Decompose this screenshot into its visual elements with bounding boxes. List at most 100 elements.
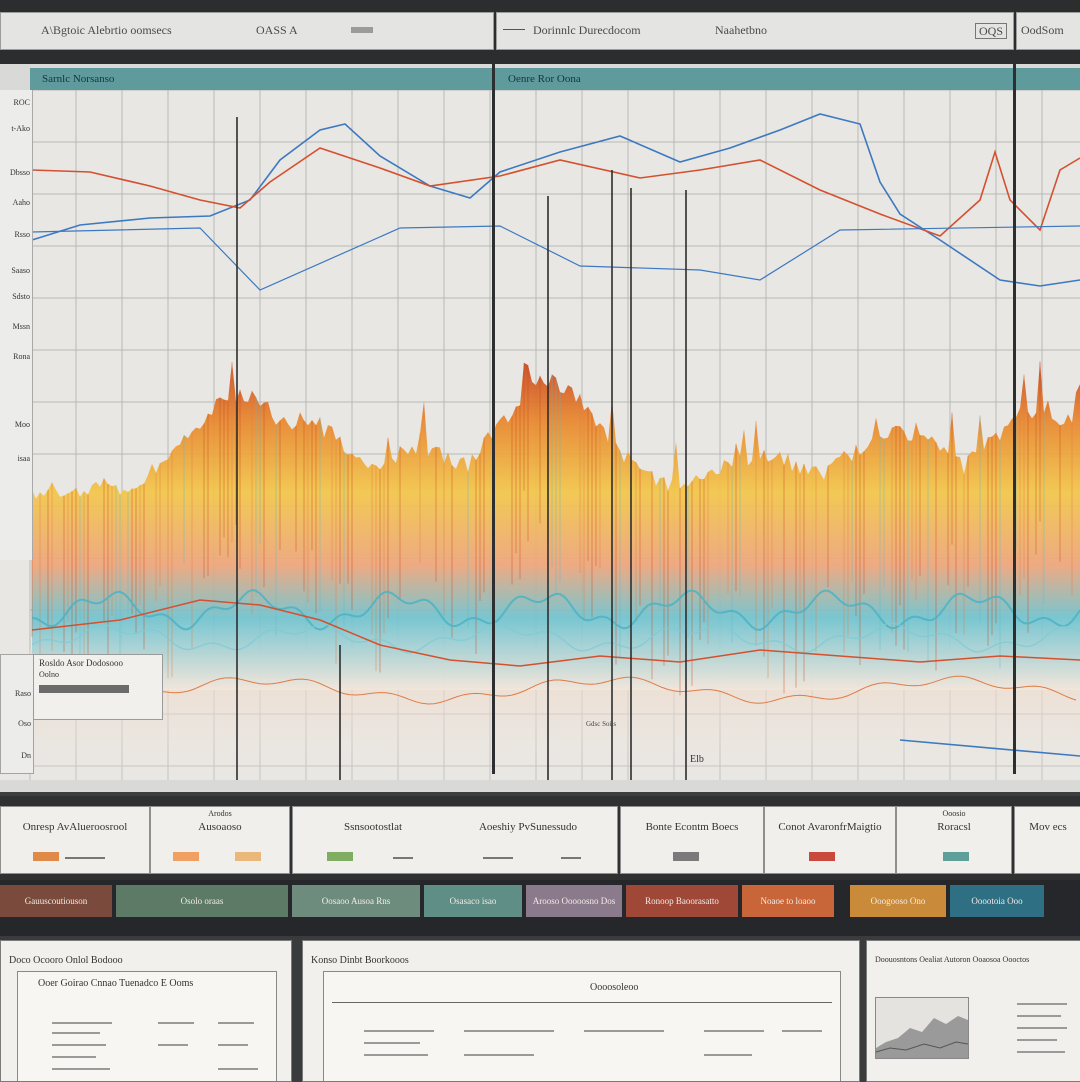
y-tick: Rona <box>13 352 30 361</box>
metric-card[interactable]: Bonte Econtm Boecs <box>620 806 764 874</box>
metric-card-heading: Ooosio <box>942 809 966 818</box>
text-line <box>464 1030 554 1032</box>
metric-card[interactable]: Mov ecs <box>1014 806 1080 874</box>
metric-card[interactable]: Conot AvaronfrMaigtio <box>764 806 896 874</box>
y-tick: Aaho <box>12 198 30 207</box>
category-tab[interactable]: Osasaco isao <box>424 885 522 917</box>
metric-card-swatch <box>33 852 59 861</box>
text-line <box>52 1022 112 1024</box>
legend-bar <box>39 685 129 693</box>
metric-card-dash <box>561 857 581 859</box>
legend-subtitle: Oolno <box>39 670 59 679</box>
metric-card-swatch <box>173 852 199 861</box>
screen-divider-left <box>492 64 495 774</box>
text-line <box>464 1054 534 1056</box>
y-tick: Rsso <box>14 230 30 239</box>
text-line <box>52 1068 110 1070</box>
document-panels: Doco Ocooro Onlol Bodooo Ooer Goirao Cnn… <box>0 936 1080 1082</box>
metric-card-swatch <box>235 852 261 861</box>
category-tab[interactable]: Ooootoia Ooo <box>950 885 1044 917</box>
document-subtitle: Oooosoleoo <box>590 982 639 993</box>
side-tick: Raso <box>15 689 31 698</box>
window-code-badge[interactable]: OQS <box>975 23 1008 39</box>
document-title: Konso Dinbt Boorkooos <box>311 955 409 966</box>
metric-card-title: Ausoaoso <box>198 821 242 833</box>
right-window-title[interactable]: OodSom <box>1016 12 1080 50</box>
metric-card[interactable]: Ssnsootostlat Aoeshiy PvSunessudo <box>292 806 618 874</box>
document-panel[interactable]: Konso Dinbt Boorkooos Oooosoleoo <box>302 940 860 1082</box>
footer-annotation: Elb <box>690 754 704 765</box>
legend-overlay[interactable]: Rosldo Asor Dodosooo Oolno <box>33 654 163 720</box>
text-line <box>1017 1015 1061 1017</box>
text-line <box>1017 1039 1057 1041</box>
text-line <box>52 1044 106 1046</box>
category-tab[interactable]: Ronoop Baoorasatto <box>626 885 738 917</box>
left-panel-header: Sarnlc Norsanso <box>30 68 504 90</box>
center-window-title[interactable]: Dorinnlc Durecdocom Naahetbno OQS <box>496 12 1014 50</box>
legend-title: Rosldo Asor Dodosooo <box>39 658 124 668</box>
y-axis-strip: ROC t-Ako Dbsso Aaho Rsso Saaso Sdsto Ms… <box>0 90 33 560</box>
text-line <box>158 1044 188 1046</box>
text-line <box>364 1042 420 1044</box>
category-tab[interactable]: Osolo oraas <box>116 885 288 917</box>
metric-card-dash <box>65 857 105 859</box>
metric-cards-row: Onresp AvAlueroosrool Arodos Ausoaoso Ss… <box>0 796 1080 880</box>
metric-card-swatch <box>809 852 835 861</box>
main-chart-monitor: Sarnlc Norsanso Oenre Ror Oona ROC t-Ako… <box>0 64 1080 792</box>
document-mini-chart <box>875 997 969 1059</box>
document-title: Doouosntons Oealiat Autoron Ooaosoa Oooc… <box>875 955 1030 964</box>
document-sheet: Ooer Goirao Cnnao Tuenadco E Ooms <box>17 971 277 1081</box>
right-panel-header <box>1016 68 1080 90</box>
metric-card[interactable]: Ooosio Roracsl <box>896 806 1012 874</box>
text-line <box>364 1030 434 1032</box>
metric-card-title: Aoeshiy PvSunessudo <box>478 821 578 833</box>
center-window-title-text: Dorinnlc Durecdocom <box>533 23 641 37</box>
text-line <box>364 1054 428 1056</box>
text-line <box>218 1068 258 1070</box>
metric-card-swatch <box>673 852 699 861</box>
side-tick: Oso <box>18 719 31 728</box>
left-window-title[interactable]: A\Bgtoic Alebrtio oomsecs OASS A <box>0 12 494 50</box>
metric-card-title: Onresp AvAlueroosrool <box>22 821 128 833</box>
y-tick: t-Ako <box>11 124 30 133</box>
mini-area-chart <box>875 1016 969 1058</box>
metric-card[interactable]: Arodos Ausoaoso <box>150 806 290 874</box>
window-title-bar: A\Bgtoic Alebrtio oomsecs OASS A Dorinnl… <box>0 0 1080 64</box>
text-line <box>782 1030 822 1032</box>
y-tick: ROC <box>13 98 30 107</box>
category-tab[interactable]: Noaoe to loaoo <box>742 885 834 917</box>
text-line <box>1017 1027 1067 1029</box>
metric-card-title: Bonte Econtm Boecs <box>645 821 739 833</box>
document-sheet: Oooosoleoo <box>323 971 841 1081</box>
category-tab[interactable]: Oosaoo Ausoa Rns <box>292 885 420 917</box>
metric-card[interactable]: Onresp AvAlueroosrool <box>0 806 150 874</box>
text-line <box>1017 1051 1065 1053</box>
document-title: Doco Ocooro Onlol Bodooo <box>9 955 123 966</box>
dash-icon <box>503 29 525 30</box>
mid-annotation: Gdsc Soiis <box>586 720 617 728</box>
metric-card-title: Ssnsootostlat <box>343 821 403 833</box>
left-window-code: OASS A <box>256 23 298 37</box>
text-line <box>584 1030 664 1032</box>
category-tab[interactable]: Arooso Ooooosno Dos <box>526 885 622 917</box>
metric-card-dash <box>393 857 413 859</box>
metric-card-heading: Arodos <box>208 809 232 818</box>
y-tick: Saaso <box>11 266 30 275</box>
document-panel[interactable]: Doco Ocooro Onlol Bodooo Ooer Goirao Cnn… <box>0 940 292 1082</box>
metric-card-title: Mov ecs <box>1029 821 1067 833</box>
document-panel[interactable]: Doouosntons Oealiat Autoron Ooaosoa Oooc… <box>866 940 1080 1082</box>
center-window-subtitle: Naahetbno <box>715 23 767 37</box>
document-subtitle: Ooer Goirao Cnnao Tuenadco E Ooms <box>38 978 194 989</box>
side-tick: Dn <box>21 751 31 760</box>
y-tick: Moo <box>14 420 30 429</box>
text-line <box>218 1022 254 1024</box>
category-tab[interactable]: Gauuscoutiouson <box>0 885 112 917</box>
category-tab[interactable]: Ooogooso Ono <box>850 885 946 917</box>
category-tab-strip: Gauuscoutiouson Osolo oraas Oosaoo Ausoa… <box>0 880 1080 936</box>
metric-card-title: Conot AvaronfrMaigtio <box>778 821 882 833</box>
center-panel-header: Oenre Ror Oona <box>496 68 1024 90</box>
metric-card-swatch <box>943 852 969 861</box>
right-window-title-text: OodSom <box>1021 23 1064 37</box>
y-tick: Mssn <box>12 322 30 331</box>
text-line <box>52 1056 96 1058</box>
